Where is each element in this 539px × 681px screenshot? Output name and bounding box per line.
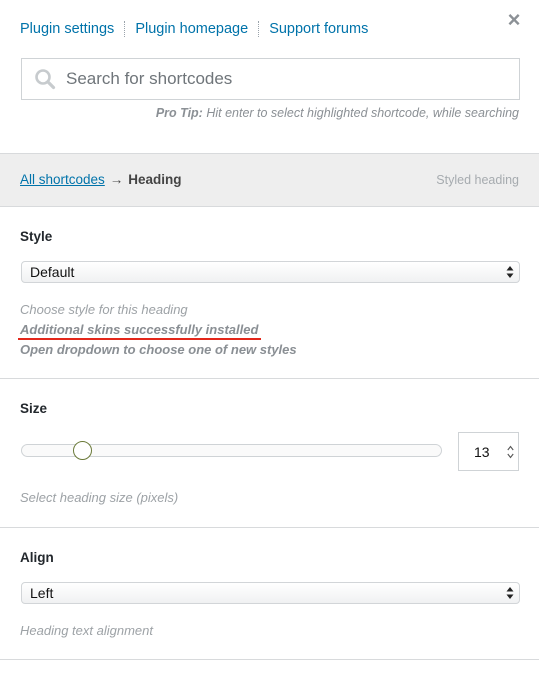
pro-tip: Pro Tip: Hit enter to select highlighted…: [156, 106, 519, 120]
style-select-value: Default: [30, 264, 75, 280]
stepper-arrows-icon[interactable]: [507, 445, 514, 459]
close-icon: ×: [507, 7, 521, 32]
link-divider: [124, 21, 126, 37]
style-select[interactable]: Default: [21, 261, 520, 283]
all-shortcodes-link[interactable]: All shortcodes: [20, 172, 105, 187]
align-select-value: Left: [30, 585, 54, 601]
align-select[interactable]: Left: [21, 582, 520, 604]
align-description: Heading text alignment: [20, 623, 153, 638]
close-button[interactable]: ×: [503, 9, 525, 31]
size-number-input[interactable]: 13: [458, 432, 519, 471]
style-description: Choose style for this heading: [20, 302, 188, 317]
breadcrumb: All shortcodes → Heading: [20, 172, 182, 187]
search-box: [21, 58, 520, 100]
style-label: Style: [20, 229, 53, 244]
pro-tip-label: Pro Tip:: [155, 106, 203, 120]
pro-tip-text: Hit enter to select highlighted shortcod…: [202, 106, 519, 120]
support-forums-link[interactable]: Support forums: [269, 21, 368, 37]
align-label: Align: [20, 550, 54, 565]
link-divider: [258, 21, 260, 37]
heading-preview: Styled heading: [436, 173, 519, 187]
breadcrumb-arrow-icon: →: [109, 172, 124, 187]
plugin-links: Plugin settings Plugin homepage Support …: [20, 19, 368, 39]
skins-installed-note: Additional skins successfully installed: [20, 322, 259, 337]
select-arrows-icon: [506, 587, 514, 599]
size-slider-handle[interactable]: [73, 441, 92, 460]
size-value: 13: [474, 443, 490, 460]
select-arrows-icon: [506, 266, 514, 278]
search-input[interactable]: [66, 69, 486, 89]
success-underline: [18, 338, 261, 340]
dropdown-hint: Open dropdown to choose one of new style…: [20, 342, 297, 357]
search-icon: [35, 69, 56, 90]
plugin-homepage-link[interactable]: Plugin homepage: [135, 21, 248, 37]
breadcrumb-current: Heading: [128, 172, 182, 187]
breadcrumb-bar: All shortcodes → Heading Styled heading: [0, 153, 539, 207]
plugin-settings-link[interactable]: Plugin settings: [20, 21, 114, 37]
size-label: Size: [20, 401, 48, 416]
size-description: Select heading size (pixels): [20, 490, 179, 505]
